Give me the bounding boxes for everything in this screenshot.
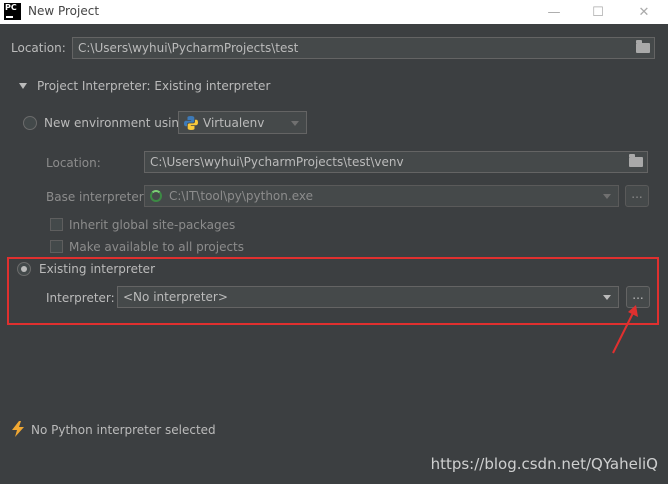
pycharm-logo-icon: PC [4,3,21,20]
chevron-down-icon [603,194,611,199]
interpreter-select[interactable]: <No interpreter> [117,286,619,308]
loading-spinner-icon [150,190,162,202]
interpreter-section-header[interactable]: Project Interpreter: Existing interprete… [37,79,270,93]
inherit-site-packages-checkbox[interactable] [50,218,63,231]
minimize-button[interactable]: — [538,0,570,24]
project-location-field[interactable]: C:\Users\wyhui\PycharmProjects\test [72,37,655,59]
existing-interpreter-label[interactable]: Existing interpreter [39,262,155,276]
folder-icon[interactable] [636,40,650,53]
new-environment-label[interactable]: New environment using [44,116,187,130]
location-label: Location: [11,41,66,55]
base-interpreter-browse-button[interactable]: ... [625,185,649,207]
inherit-site-packages-label[interactable]: Inherit global site-packages [69,218,235,232]
window-titlebar: PC New Project — ☐ ✕ [0,0,668,24]
base-interpreter-select[interactable]: C:\IT\tool\py\python.exe [144,185,619,207]
collapse-triangle-icon[interactable] [19,83,27,89]
warning-bolt-icon [12,421,24,437]
venv-location-label: Location: [46,156,101,170]
annotation-arrow-icon [612,305,638,354]
chevron-down-icon [291,121,299,126]
base-interpreter-value: C:\IT\tool\py\python.exe [169,189,313,203]
venv-folder-icon[interactable] [629,154,643,167]
make-available-checkbox[interactable] [50,240,63,253]
maximize-button[interactable]: ☐ [582,0,614,24]
existing-interpreter-radio[interactable] [17,262,31,276]
status-message: No Python interpreter selected [31,423,216,437]
window-title: New Project [28,4,100,18]
environment-tool-select[interactable]: Virtualenv [178,111,307,134]
watermark-text: https://blog.csdn.net/QYaheliQ [430,455,658,473]
venv-location-field[interactable]: C:\Users\wyhui\PycharmProjects\test\venv [144,151,648,173]
app-logo-text: PC [5,3,17,12]
python-icon [184,116,198,130]
interpreter-value: <No interpreter> [123,290,228,304]
venv-location-value: C:\Users\wyhui\PycharmProjects\test\venv [150,155,404,169]
project-location-value: C:\Users\wyhui\PycharmProjects\test [78,41,299,55]
base-interpreter-label: Base interpreter: [46,190,148,204]
make-available-label[interactable]: Make available to all projects [69,240,244,254]
environment-tool-value: Virtualenv [203,116,265,130]
new-environment-radio[interactable] [23,116,37,130]
close-button[interactable]: ✕ [628,0,660,24]
interpreter-label: Interpreter: [46,291,115,305]
